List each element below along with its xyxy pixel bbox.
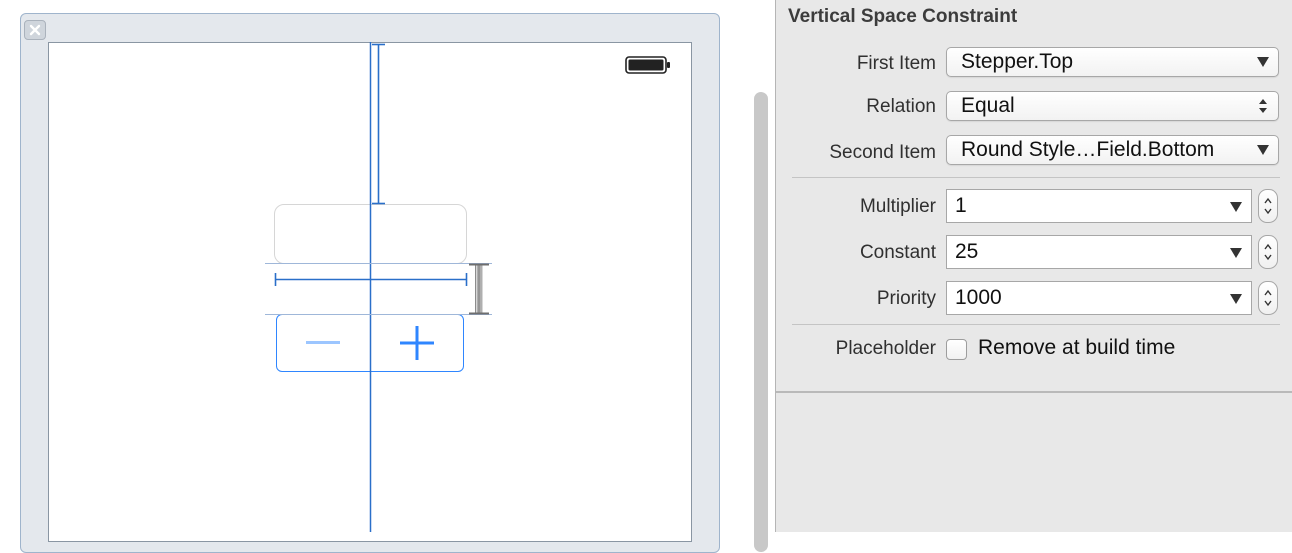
first-item-popup[interactable]: Stepper.Top <box>946 47 1279 77</box>
plus-icon <box>399 326 434 360</box>
priority-value: 1000 <box>955 286 1002 309</box>
stepper-decrement-button[interactable] <box>277 315 371 371</box>
multiplier-label: Multiplier <box>859 196 936 217</box>
up-down-arrows-icon <box>1264 243 1272 261</box>
placeholder-label: Placeholder <box>835 338 936 359</box>
up-down-arrows-icon <box>1264 289 1272 307</box>
priority-label: Priority <box>876 288 936 309</box>
priority-field[interactable]: 1000 <box>946 281 1252 315</box>
chevron-down-icon[interactable] <box>1230 202 1242 212</box>
chevron-down-icon[interactable] <box>1230 294 1242 304</box>
first-item-value: Stepper.Top <box>961 50 1074 73</box>
round-style-text-field[interactable] <box>274 204 467 264</box>
canvas-scrollbar-thumb[interactable] <box>754 92 768 552</box>
stepper-increment-button[interactable] <box>371 315 464 371</box>
separator <box>792 324 1280 325</box>
remove-at-build-time-label[interactable]: Remove at build time <box>978 336 1175 360</box>
priority-stepper[interactable] <box>1258 281 1278 315</box>
close-x-icon <box>29 24 41 36</box>
chevron-down-icon[interactable] <box>1230 248 1242 258</box>
storyboard-canvas[interactable] <box>0 0 745 553</box>
relation-value: Equal <box>961 94 1015 117</box>
second-item-value: Round Style…Field.Bottom <box>961 138 1215 161</box>
device-screen[interactable] <box>48 42 692 542</box>
multiplier-stepper[interactable] <box>1258 189 1278 223</box>
relation-popup[interactable]: Equal <box>946 91 1279 121</box>
section-divider <box>776 391 1292 393</box>
constraint-inspector: Vertical Space Constraint First Item Ste… <box>775 0 1292 532</box>
separator <box>792 177 1280 178</box>
second-item-popup[interactable]: Round Style…Field.Bottom <box>946 135 1279 165</box>
constant-stepper[interactable] <box>1258 235 1278 269</box>
remove-at-build-time-checkbox[interactable] <box>946 339 967 360</box>
multiplier-value: 1 <box>955 194 967 217</box>
relation-label: Relation <box>866 96 936 117</box>
up-down-arrows-icon <box>1264 197 1272 215</box>
multiplier-field[interactable]: 1 <box>946 189 1252 223</box>
chevron-down-icon <box>1257 57 1269 67</box>
close-scene-button[interactable] <box>24 20 46 40</box>
battery-full-icon <box>625 56 670 74</box>
chevron-down-icon <box>1257 145 1269 155</box>
first-item-label: First Item <box>856 53 936 74</box>
up-down-chevron-icon <box>1259 99 1267 113</box>
constant-value: 25 <box>955 240 979 263</box>
inspector-title: Vertical Space Constraint <box>788 6 1018 27</box>
constant-field[interactable]: 25 <box>946 235 1252 269</box>
constant-label: Constant <box>859 242 936 263</box>
second-item-label: Second Item <box>829 142 936 163</box>
minus-icon <box>306 341 341 344</box>
stepper[interactable] <box>276 314 464 372</box>
